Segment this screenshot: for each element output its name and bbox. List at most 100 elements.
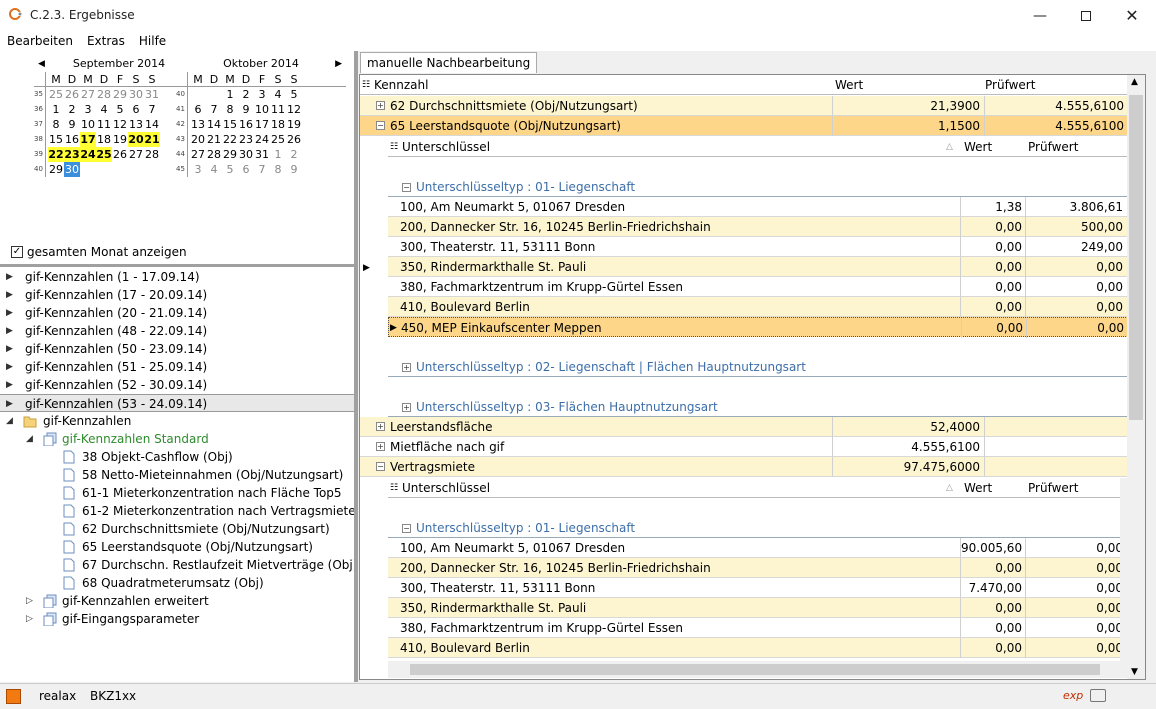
calendar-day[interactable]: 27	[128, 147, 144, 162]
calendar-day[interactable]: 2	[64, 102, 80, 117]
column-chooser-icon[interactable]: ☷	[362, 75, 374, 95]
calendar-day[interactable]: 6	[128, 102, 144, 117]
calendar-day[interactable]: 19	[112, 132, 128, 147]
column-header-kennzahl[interactable]: Kennzahl	[374, 75, 674, 95]
tree-item[interactable]: 61-1 Mieterkonzentration nach Fläche Top…	[0, 484, 354, 502]
expand-arrow-icon[interactable]: ▷	[26, 610, 33, 628]
sub-row[interactable]: 380, Fachmarktzentrum im Krupp-Gürtel Es…	[388, 277, 1128, 297]
tree-item[interactable]: 65 Leerstandsquote (Obj/Nutzungsart)	[0, 538, 354, 556]
calendar-day[interactable]: 22	[48, 147, 64, 162]
calendar-day[interactable]: 3	[254, 87, 270, 102]
expand-arrow-icon[interactable]: ▶	[6, 376, 13, 394]
calendar-day[interactable]: 6	[190, 102, 206, 117]
calendar-day[interactable]: 11	[96, 117, 112, 132]
tree-item[interactable]: ▶ gif-Kennzahlen (53 - 24.09.14)	[0, 394, 354, 412]
export-icon[interactable]: exp	[1063, 689, 1083, 702]
expand-icon[interactable]: +	[402, 403, 411, 412]
close-button[interactable]: ✕	[1109, 0, 1155, 31]
calendar-day[interactable]: 27	[80, 87, 96, 102]
sub-row[interactable]: 350, Rindermarkthalle St. Pauli 0,00 0,00	[388, 598, 1128, 618]
calendar-day[interactable]: 1	[222, 87, 238, 102]
calendar-day[interactable]: 19	[286, 117, 302, 132]
minimize-button[interactable]: —	[1017, 0, 1063, 31]
scroll-down-icon[interactable]: ▼	[1131, 667, 1138, 677]
collapse-arrow-icon[interactable]: ◢	[6, 412, 13, 430]
column-header-unterschluessel[interactable]: Unterschlüssel	[402, 478, 942, 498]
tree-item[interactable]: 68 Quadratmeterumsatz (Obj)	[0, 574, 354, 592]
calendar-day[interactable]: 29	[48, 162, 64, 177]
expand-arrow-icon[interactable]: ▶	[6, 286, 13, 304]
vertical-splitter[interactable]	[354, 51, 358, 682]
kennzahl-row[interactable]: +62 Durchschnittsmiete (Obj/Nutzungsart)…	[360, 96, 1128, 116]
calendar-day[interactable]: 5	[286, 87, 302, 102]
tree-item[interactable]: ▶ gif-Kennzahlen (50 - 23.09.14)	[0, 340, 354, 358]
calendar-day[interactable]: 7	[144, 102, 160, 117]
tree-item[interactable]: ▶ gif-Kennzahlen (1 - 17.09.14)	[0, 268, 354, 286]
tab-manuelle-nachbearbeitung[interactable]: manuelle Nachbearbeitung	[360, 52, 538, 73]
calendar-day[interactable]: 20	[128, 132, 144, 147]
panel-splitter[interactable]	[0, 264, 354, 267]
calendar-day[interactable]: 2	[286, 147, 302, 162]
horizontal-scrollbar-thumb[interactable]	[410, 664, 1100, 675]
calendar-day[interactable]: 4	[206, 162, 222, 177]
calendar-day[interactable]: 31	[144, 87, 160, 102]
tree-item[interactable]: ◢ gif-Kennzahlen	[0, 412, 354, 430]
calendar-day[interactable]: 10	[80, 117, 96, 132]
calendar-day[interactable]: 3	[80, 102, 96, 117]
tree-item[interactable]: 58 Netto-Mieteinnahmen (Obj/Nutzungsart)	[0, 466, 354, 484]
calendar-day[interactable]: 9	[286, 162, 302, 177]
calendar-day[interactable]: 26	[64, 87, 80, 102]
calendar-day[interactable]: 18	[96, 132, 112, 147]
calendar-day[interactable]: 12	[112, 117, 128, 132]
sub-row[interactable]: 350, Rindermarkthalle St. Pauli 0,00 0,00	[388, 257, 1128, 277]
calendar-day[interactable]: 3	[190, 162, 206, 177]
tree-item[interactable]: ▶ gif-Kennzahlen (17 - 20.09.14)	[0, 286, 354, 304]
calendar-day[interactable]: 24	[254, 132, 270, 147]
calendar-day[interactable]: 31	[254, 147, 270, 162]
calendar-day[interactable]: 16	[238, 117, 254, 132]
calendar-day[interactable]: 21	[144, 132, 160, 147]
calendar-day[interactable]: 17	[80, 132, 96, 147]
expand-icon[interactable]: −	[402, 183, 411, 192]
calendar-day[interactable]: 29	[222, 147, 238, 162]
kennzahl-row[interactable]: + Mietfläche nach gif 4.555,6100	[360, 437, 1128, 457]
sub-row[interactable]: 300, Theaterstr. 11, 53111 Bonn 7.470,00 0…	[388, 578, 1128, 598]
expand-icon[interactable]: +	[376, 422, 385, 431]
menu-extras[interactable]: Extras	[80, 31, 132, 51]
calendar-day[interactable]: 15	[222, 117, 238, 132]
sub-row[interactable]: 410, Boulevard Berlin 0,00 0,00	[388, 297, 1128, 317]
calendar-day[interactable]: 4	[270, 87, 286, 102]
expand-arrow-icon[interactable]: ▶	[6, 340, 13, 358]
calendar-day[interactable]: 25	[96, 147, 112, 162]
column-header-pruefwert[interactable]: Prüfwert	[985, 75, 1125, 95]
column-chooser-icon[interactable]: ☷	[390, 137, 402, 157]
sub-row[interactable]: 200, Dannecker Str. 16, 10245 Berlin-Fri…	[388, 217, 1128, 237]
expand-arrow-icon[interactable]: ▶	[6, 358, 13, 376]
calendar-day[interactable]: 25	[270, 132, 286, 147]
calendar-day[interactable]: 30	[64, 162, 80, 177]
sub-row[interactable]: 100, Am Neumarkt 5, 01067 Dresden 1,38 3.8…	[388, 197, 1128, 217]
group-row[interactable]: − Unterschlüsseltyp : 01- Liegenschaft	[388, 518, 1128, 538]
tree-item[interactable]: 67 Durchschn. Restlaufzeit Mietverträge …	[0, 556, 357, 574]
calendar-day[interactable]: 18	[270, 117, 286, 132]
calendar-day[interactable]: 26	[112, 147, 128, 162]
calendar-day[interactable]: 6	[238, 162, 254, 177]
sub-row[interactable]: 200, Dannecker Str. 16, 10245 Berlin-Fri…	[388, 558, 1128, 578]
calendar-day[interactable]: 5	[222, 162, 238, 177]
calendar-day[interactable]: 16	[64, 132, 80, 147]
menu-hilfe[interactable]: Hilfe	[132, 31, 173, 51]
expand-arrow-icon[interactable]: ▶	[6, 322, 13, 340]
kennzahl-row[interactable]: −65 Leerstandsquote (Obj/Nutzungsart) 1,1…	[360, 116, 1128, 136]
calendar-day[interactable]: 28	[96, 87, 112, 102]
group-row[interactable]: + Unterschlüsseltyp : 03- Flächen Hauptnu…	[388, 397, 1128, 417]
show-month-checkbox[interactable]: ✓ gesamten Monat anzeigen	[11, 245, 187, 259]
calendar-day[interactable]: 30	[238, 147, 254, 162]
expand-icon[interactable]: −	[402, 524, 411, 533]
column-header-pruefwert[interactable]: Prüfwert	[1028, 478, 1128, 498]
calendar-day[interactable]: 14	[144, 117, 160, 132]
column-chooser-icon[interactable]: ☷	[390, 478, 402, 498]
collapse-icon[interactable]: −	[376, 462, 385, 471]
tree-item[interactable]: ▶ gif-Kennzahlen (51 - 25.09.14)	[0, 358, 354, 376]
calendar-day[interactable]: 23	[238, 132, 254, 147]
column-header-wert[interactable]: Wert	[835, 75, 985, 95]
